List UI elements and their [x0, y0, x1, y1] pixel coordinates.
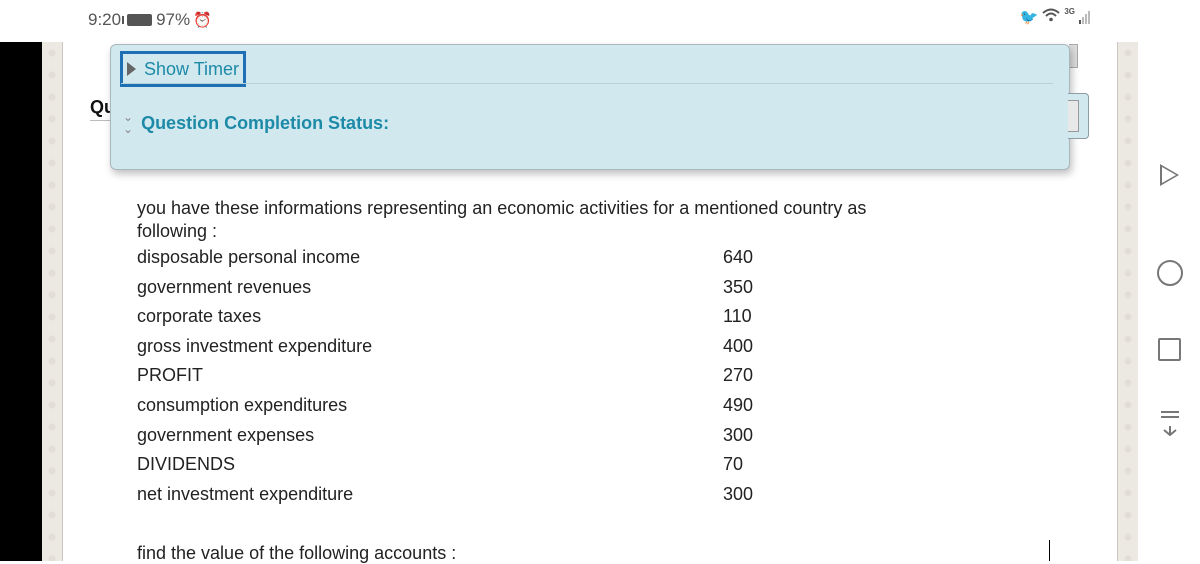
- left-black-strip: [0, 42, 42, 561]
- completion-status-label: Question Completion Status:: [141, 112, 390, 133]
- clock-time: 9:20: [88, 10, 122, 29]
- data-row: DIVIDENDS 70: [137, 450, 997, 480]
- data-row-label: consumption expenditures: [137, 394, 348, 415]
- timer-status-panel: Show Timer ⌄ ⌄ Question Completion Status…: [110, 44, 1070, 170]
- data-row-value: 640: [723, 247, 754, 267]
- expand-triangle-icon: [127, 62, 136, 76]
- back-button[interactable]: [1139, 155, 1200, 195]
- data-row: government expenses 300: [137, 421, 997, 451]
- data-row-label: PROFIT: [137, 365, 203, 386]
- battery-percent: 97%: [156, 10, 191, 29]
- data-row-value: 70: [723, 454, 744, 475]
- data-row-value: 270: [723, 365, 754, 386]
- page-background-right: [1117, 42, 1138, 561]
- recent-apps-button[interactable]: [1139, 329, 1200, 369]
- data-row-label: disposable personal income: [137, 247, 361, 267]
- data-row-value: 110: [723, 306, 752, 327]
- recent-apps-square-icon: [1158, 337, 1181, 361]
- data-row-label: government revenues: [137, 276, 312, 297]
- data-row: PROFIT 270: [137, 361, 997, 391]
- home-circle-icon: [1156, 260, 1183, 286]
- data-row: net investment expenditure 300: [137, 480, 997, 510]
- notification-dropdown-button[interactable]: [1139, 405, 1200, 445]
- battery-icon: [122, 14, 153, 26]
- question-completion-status-toggle[interactable]: ⌄ ⌄ Question Completion Status:: [123, 111, 389, 135]
- alarm-icon: ⏰: [193, 12, 212, 29]
- data-row-value: 490: [723, 394, 754, 415]
- navigation-bar: [1139, 42, 1200, 561]
- data-row-value: 300: [723, 483, 754, 504]
- data-row: consumption expenditures 490: [137, 391, 997, 421]
- data-row-label: government expenses: [137, 424, 315, 445]
- show-timer-label: Show Timer: [144, 58, 240, 79]
- double-chevron-down-icon: ⌄ ⌄: [123, 110, 134, 136]
- question-intro-line-1: you have these informations representing…: [137, 198, 867, 218]
- data-row: disposable personal income 640: [137, 243, 997, 273]
- back-triangle-icon: [1160, 164, 1179, 186]
- data-list: disposable personal income 640 government …: [137, 243, 997, 509]
- data-row: corporate taxes 110: [137, 302, 997, 332]
- wifi-icon: [1042, 8, 1060, 26]
- question-intro-line-2: following :: [137, 221, 218, 241]
- text-cursor: [1049, 540, 1050, 561]
- show-timer-toggle[interactable]: Show Timer: [120, 51, 247, 87]
- panel-top-tab: [1069, 44, 1078, 68]
- data-row: gross investment expenditure 400: [137, 332, 997, 362]
- data-row-label: DIVIDENDS: [137, 454, 236, 475]
- status-left: 9:20 97% ⏰: [88, 10, 212, 30]
- page-background-left: [42, 42, 63, 561]
- panel-side-tab[interactable]: [1068, 93, 1089, 139]
- signal-icon: [1079, 10, 1090, 24]
- data-row-label: net investment expenditure: [137, 483, 354, 504]
- status-bar: 9:20 97% ⏰ 🐦 3G: [0, 0, 1200, 42]
- data-row-label: corporate taxes: [137, 306, 262, 327]
- data-row-value: 350: [723, 276, 754, 297]
- twitter-icon: 🐦: [1019, 9, 1039, 26]
- question-body: you have these informations representing…: [137, 197, 997, 509]
- data-row-value: 400: [723, 335, 754, 356]
- data-row-value: 300: [723, 424, 754, 445]
- data-row: government revenues 350: [137, 273, 997, 303]
- panel-divider: [121, 83, 1053, 84]
- pull-down-icon: [1160, 411, 1179, 439]
- data-row-label: gross investment expenditure: [137, 335, 373, 356]
- status-right: 🐦 3G: [1019, 6, 1090, 26]
- network-type: 3G: [1064, 6, 1075, 16]
- home-button[interactable]: [1139, 253, 1200, 293]
